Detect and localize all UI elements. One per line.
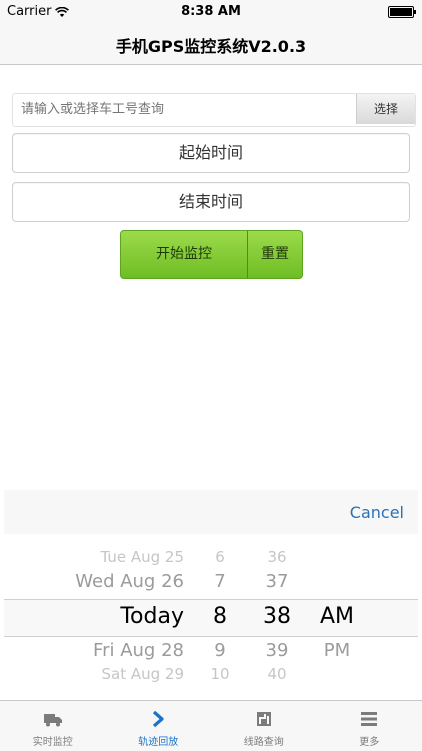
select-vehicle-button[interactable]: 选择: [356, 94, 415, 124]
action-button-group: 开始监控 重置: [120, 230, 303, 279]
picker-hour-selected[interactable]: 8: [202, 604, 238, 629]
picker-day-selected[interactable]: Today: [4, 604, 184, 629]
picker-ampm-selected[interactable]: AM: [309, 604, 365, 629]
tab-label: 线路查询: [211, 733, 317, 748]
picker-minute-selected[interactable]: 38: [256, 604, 298, 629]
vehicle-search-row: 选择: [12, 93, 416, 127]
picker-minute-option[interactable]: 39: [256, 640, 298, 661]
route-map-icon: [254, 709, 274, 729]
picker-ampm-option[interactable]: PM: [309, 640, 365, 661]
picker-hour-option[interactable]: 7: [202, 571, 238, 592]
tab-route-query[interactable]: 线路查询: [211, 701, 317, 751]
end-time-field[interactable]: 结束时间: [12, 182, 410, 222]
cancel-button[interactable]: Cancel: [350, 503, 404, 522]
picker-minute-option[interactable]: 36: [256, 548, 298, 566]
truck-icon: [43, 709, 63, 729]
picker-wheel[interactable]: Tue Aug 25 Wed Aug 26 Today Fri Aug 28 S…: [4, 534, 418, 700]
picker-day-option[interactable]: Tue Aug 25: [4, 548, 184, 566]
picker-day-option[interactable]: Wed Aug 26: [4, 571, 184, 592]
tab-realtime-monitor[interactable]: 实时监控: [0, 701, 106, 751]
picker-day-option[interactable]: Sat Aug 29: [4, 665, 184, 683]
picker-minute-option[interactable]: 40: [256, 665, 298, 683]
query-form: 选择 起始时间 结束时间 开始监控 重置: [4, 65, 418, 490]
picker-day-option[interactable]: Fri Aug 28: [4, 640, 184, 661]
nav-bar: 手机GPS监控系统V2.0.3: [0, 22, 422, 65]
tab-bar: 实时监控 轨迹回放 线路查询 更多: [0, 700, 422, 751]
tab-label: 轨迹回放: [106, 733, 212, 748]
start-monitor-button[interactable]: 开始监控: [121, 231, 248, 278]
reset-button[interactable]: 重置: [248, 231, 302, 278]
picker-minute-option[interactable]: 37: [256, 571, 298, 592]
battery-icon: [388, 6, 414, 18]
chevron-right-icon: [148, 709, 168, 729]
tab-label: 实时监控: [0, 733, 106, 748]
status-bar: Carrier 8:38 AM: [0, 0, 422, 22]
page-title: 手机GPS监控系统V2.0.3: [0, 33, 422, 57]
tab-track-playback[interactable]: 轨迹回放: [106, 701, 212, 751]
tab-label: 更多: [317, 733, 422, 748]
tab-more[interactable]: 更多: [317, 701, 422, 751]
vehicle-search-input[interactable]: [21, 94, 341, 124]
picker-toolbar: Cancel: [4, 490, 418, 534]
status-time: 8:38 AM: [0, 4, 422, 19]
picker-hour-option[interactable]: 6: [202, 548, 238, 566]
start-time-field[interactable]: 起始时间: [12, 133, 410, 173]
picker-hour-option[interactable]: 10: [202, 665, 238, 683]
menu-icon: [359, 709, 379, 729]
date-time-picker: Cancel Tue Aug 25 Wed Aug 26 Today Fri A…: [4, 490, 418, 700]
picker-hour-option[interactable]: 9: [202, 640, 238, 661]
